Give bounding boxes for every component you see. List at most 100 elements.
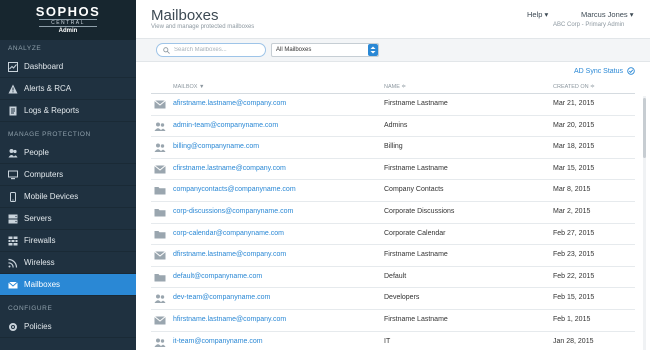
mailbox-email-link[interactable]: corp-discussions@companyname.com [173, 208, 293, 215]
mailbox-name: Admins [384, 121, 408, 129]
sidebar-item-computers[interactable]: Computers [0, 164, 136, 186]
sidebar-item-label: Mobile Devices [24, 192, 79, 201]
admin-label: Admin [58, 28, 78, 34]
mailbox-name: Corporate Discussions [384, 207, 455, 215]
chevron-down-icon: ▾ [629, 10, 634, 19]
mobile-icon [8, 191, 18, 202]
sync-check-icon [627, 67, 635, 75]
sidebar-item-dashboard[interactable]: Dashboard [0, 56, 136, 78]
mail-icon [8, 280, 18, 290]
sidebar-item-label: Firewalls [24, 236, 56, 245]
page-subtitle: View and manage protected mailboxes [151, 24, 255, 30]
column-header-created-on[interactable]: CREATED ON ≑ [553, 84, 595, 90]
sidebar: SOPHOS CENTRAL Admin ANALYZE Dashboard A… [0, 0, 136, 350]
sidebar-item-mailboxes[interactable]: Mailboxes [0, 274, 136, 296]
mailbox-email-link[interactable]: companycontacts@companyname.com [173, 186, 296, 193]
sidebar-item-mobile-devices[interactable]: Mobile Devices [0, 186, 136, 208]
table-header: MAILBOX ▼ NAME ≑ CREATED ON ≑ [151, 80, 635, 94]
mailbox-email-link[interactable]: default@companyname.com [173, 273, 262, 280]
mailbox-name: Firstname Lastname [384, 315, 448, 323]
sidebar-item-policies[interactable]: Policies [0, 316, 136, 338]
sidebar-item-wireless[interactable]: Wireless [0, 252, 136, 274]
table-row[interactable]: default@companyname.com Default Feb 22, 20… [151, 267, 635, 289]
ad-sync-status-link[interactable]: AD Sync Status [574, 67, 635, 75]
created-date: Mar 18, 2015 [553, 143, 595, 151]
table-row[interactable]: corp-discussions@companyname.com Corporat… [151, 202, 635, 224]
brand-logo[interactable]: SOPHOS CENTRAL Admin [0, 0, 136, 40]
org-label: ABC Corp - Primary Admin [553, 22, 625, 28]
mailbox-name: Firstname Lastname [384, 100, 448, 107]
table-row[interactable]: admin-team@companyname.com Admins Mar 20, … [151, 116, 635, 138]
sophos-logo: SOPHOS [35, 4, 101, 19]
mailbox-name: Developers [384, 294, 420, 302]
created-date: Mar 2, 2015 [553, 207, 591, 215]
mailbox-name: Firstname Lastname [384, 251, 448, 259]
mailbox-email-link[interactable]: cfirstname.lastname@company.com [173, 165, 286, 172]
sidebar-item-alerts[interactable]: Alerts & RCA [0, 78, 136, 100]
mailbox-filter-select[interactable]: All Mailboxes [271, 43, 379, 57]
alert-icon [8, 84, 18, 94]
table-row[interactable]: billing@companyname.com Billing Mar 18, 20… [151, 137, 635, 159]
sidebar-item-label: Computers [24, 170, 64, 179]
document-icon [8, 106, 18, 116]
table-row[interactable]: corp-calendar@companyname.com Corporate C… [151, 224, 635, 246]
sidebar-item-firewalls[interactable]: Firewalls [0, 230, 136, 252]
computer-icon [8, 170, 18, 180]
server-icon [8, 214, 18, 224]
people-icon [8, 148, 18, 158]
section-title-configure: CONFIGURE [8, 305, 53, 312]
table-row[interactable]: dev-team@companyname.com Developers Feb 15… [151, 288, 635, 310]
table-row[interactable]: it-team@companyname.com IT Jan 28, 2015 [151, 332, 635, 350]
sidebar-item-label: Alerts & RCA [24, 84, 72, 93]
section-title-manage-protection: MANAGE PROTECTION [8, 131, 91, 138]
mailbox-email-link[interactable]: dev-team@companyname.com [173, 294, 270, 301]
created-date: Mar 20, 2015 [553, 121, 595, 129]
scrollbar-thumb[interactable] [643, 98, 646, 158]
user-name: Marcus Jones [581, 10, 628, 19]
central-label: CENTRAL [39, 19, 97, 27]
column-header-name[interactable]: NAME ≑ [384, 84, 406, 90]
section-title-analyze: ANALYZE [8, 45, 42, 52]
table-row[interactable]: dfirstname.lastname@company.com Firstname… [151, 245, 635, 267]
sidebar-item-label: Logs & Reports [24, 106, 80, 115]
mailbox-name: Firstname Lastname [384, 164, 448, 172]
dashboard-icon [8, 61, 18, 72]
policies-icon [8, 322, 18, 332]
mailbox-email-link[interactable]: billing@companyname.com [173, 143, 259, 150]
help-menu[interactable]: Help ▾ [527, 10, 548, 19]
mailbox-name: IT [384, 337, 391, 345]
table-row[interactable]: cfirstname.lastname@company.com Firstname… [151, 159, 635, 181]
column-header-mailbox[interactable]: MAILBOX ▼ [173, 84, 204, 90]
scrollbar[interactable] [643, 96, 646, 350]
mailbox-name: Corporate Calendar [384, 229, 446, 237]
mailbox-email-link[interactable]: dfirstname.lastname@company.com [173, 251, 286, 258]
sidebar-item-label: Mailboxes [24, 280, 61, 289]
created-date: Mar 15, 2015 [553, 164, 595, 172]
sidebar-item-label: Servers [24, 214, 52, 223]
help-label: Help [527, 10, 543, 19]
mailbox-email-link[interactable]: admin-team@companyname.com [173, 122, 278, 129]
sidebar-item-logs-reports[interactable]: Logs & Reports [0, 100, 136, 122]
mailbox-email-link[interactable]: corp-calendar@companyname.com [173, 230, 284, 237]
created-date: Feb 22, 2015 [553, 272, 595, 280]
mailbox-name: Company Contacts [384, 186, 444, 194]
search-icon [163, 46, 170, 54]
created-date: Feb 1, 2015 [553, 315, 591, 323]
sidebar-item-servers[interactable]: Servers [0, 208, 136, 230]
created-date: Mar 21, 2015 [553, 100, 595, 107]
search-box[interactable] [156, 43, 266, 57]
created-date: Feb 23, 2015 [553, 251, 595, 259]
ad-sync-label: AD Sync Status [574, 67, 624, 75]
table-row[interactable]: hfirstname.lastname@company.com Firstname… [151, 310, 635, 332]
sidebar-item-people[interactable]: People [0, 142, 136, 164]
mailbox-email-link[interactable]: hfirstname.lastname@company.com [173, 316, 286, 323]
created-date: Feb 15, 2015 [553, 294, 595, 302]
table-row[interactable]: afirstname.lastname@company.com Firstname… [151, 94, 635, 116]
search-input[interactable] [174, 47, 264, 53]
table-row[interactable]: companycontacts@companyname.com Company C… [151, 180, 635, 202]
mailbox-email-link[interactable]: afirstname.lastname@company.com [173, 100, 286, 107]
main-content: Mailboxes View and manage protected mail… [136, 0, 650, 350]
page-title: Mailboxes [151, 7, 219, 24]
mailbox-email-link[interactable]: it-team@companyname.com [173, 338, 263, 345]
user-menu[interactable]: Marcus Jones ▾ [581, 10, 634, 19]
